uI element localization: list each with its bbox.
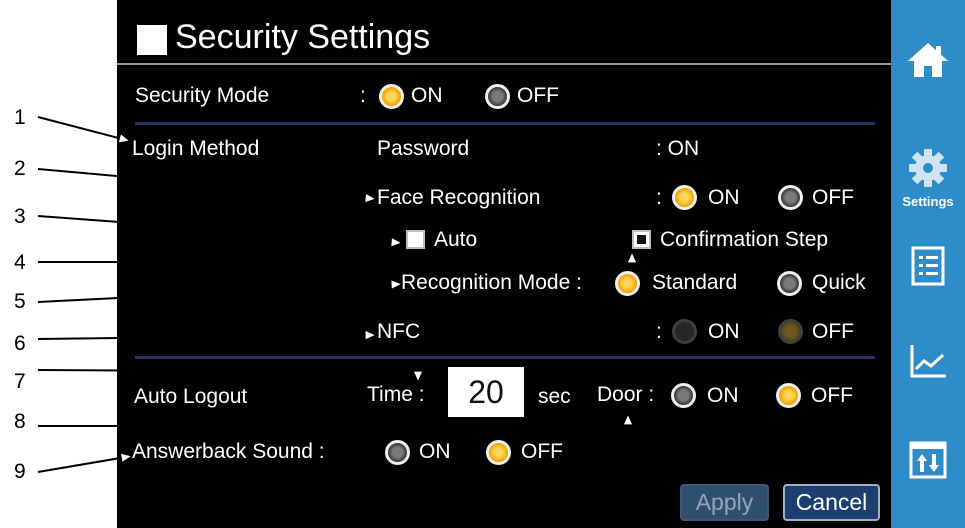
checklist-icon[interactable] — [891, 246, 965, 291]
nfc-label: NFC — [377, 320, 421, 343]
callout-8: 8 — [14, 410, 26, 433]
title-square-icon — [137, 25, 167, 55]
line-chart-icon[interactable] — [891, 343, 965, 384]
callout-7: 7 — [14, 370, 26, 393]
settings-screen: Security Settings Security Mode : ON OFF… — [117, 0, 891, 528]
door-on-radio[interactable] — [671, 383, 696, 408]
nfc-on-radio[interactable] — [672, 319, 697, 344]
recognition-mode-standard-label: Standard — [652, 271, 738, 294]
confirmation-step-label: Confirmation Step — [660, 228, 829, 251]
answerback-on-radio[interactable] — [385, 440, 410, 465]
door-on-label: ON — [707, 384, 739, 407]
sidebar: Settings — [891, 0, 965, 528]
callout-5: 5 — [14, 290, 26, 313]
answerback-off-radio[interactable] — [486, 440, 511, 465]
time-label: Time : — [367, 383, 425, 406]
security-mode-sep: : — [360, 84, 366, 107]
callout-2: 2 — [14, 157, 26, 180]
nfc-on-label: ON — [708, 320, 740, 343]
face-recognition-on-label: ON — [708, 186, 740, 209]
face-recognition-on-radio[interactable] — [672, 185, 697, 210]
auto-logout-label: Auto Logout — [134, 385, 248, 408]
password-value: : ON — [656, 137, 700, 160]
face-recognition-off-label: OFF — [812, 186, 854, 209]
face-recognition-label: Face Recognition — [377, 186, 541, 209]
answerback-sound-label: Answerback Sound : — [132, 440, 325, 463]
callout-3: 3 — [14, 205, 26, 228]
security-mode-label: Security Mode — [135, 84, 270, 107]
recognition-mode-label: Recognition Mode : — [401, 271, 582, 294]
nfc-off-radio[interactable] — [778, 319, 803, 344]
section-separator-2 — [135, 356, 875, 359]
callout-6: 6 — [14, 332, 26, 355]
cancel-button[interactable]: Cancel — [783, 484, 880, 521]
time-input[interactable]: 20 — [448, 367, 524, 417]
nfc-sep: : — [656, 320, 662, 343]
home-icon[interactable] — [891, 40, 965, 85]
door-label: Door : — [597, 383, 655, 406]
confirmation-step-checkbox[interactable] — [632, 230, 651, 249]
security-mode-on-label: ON — [411, 84, 443, 107]
header-divider — [117, 63, 891, 65]
security-mode-off-radio[interactable] — [485, 84, 510, 109]
sidebar-settings-label: Settings — [902, 194, 954, 209]
door-off-radio[interactable] — [776, 383, 801, 408]
time-unit-label: sec — [538, 385, 571, 408]
callout-4: 4 — [14, 251, 26, 274]
login-method-label: Login Method — [132, 137, 260, 160]
callout-1: 1 — [14, 106, 26, 129]
answerback-on-label: ON — [419, 440, 451, 463]
section-separator — [135, 122, 875, 125]
gear-icon[interactable] — [891, 148, 965, 193]
security-mode-off-label: OFF — [517, 84, 559, 107]
door-off-label: OFF — [811, 384, 853, 407]
security-mode-on-radio[interactable] — [379, 84, 404, 109]
face-recognition-sep: : — [656, 186, 662, 209]
recognition-mode-quick-label: Quick — [812, 271, 866, 294]
callout-9: 9 — [14, 460, 26, 483]
recognition-mode-quick-radio[interactable] — [777, 271, 802, 296]
face-recognition-off-radio[interactable] — [778, 185, 803, 210]
password-label: Password — [377, 137, 470, 160]
page-title: Security Settings — [175, 18, 431, 56]
answerback-off-label: OFF — [521, 440, 563, 463]
auto-label: Auto — [434, 228, 478, 251]
apply-button[interactable]: Apply — [680, 484, 769, 521]
nfc-off-label: OFF — [812, 320, 854, 343]
transfer-icon[interactable] — [891, 440, 965, 485]
auto-checkbox[interactable] — [406, 230, 425, 249]
recognition-mode-standard-radio[interactable] — [615, 271, 640, 296]
